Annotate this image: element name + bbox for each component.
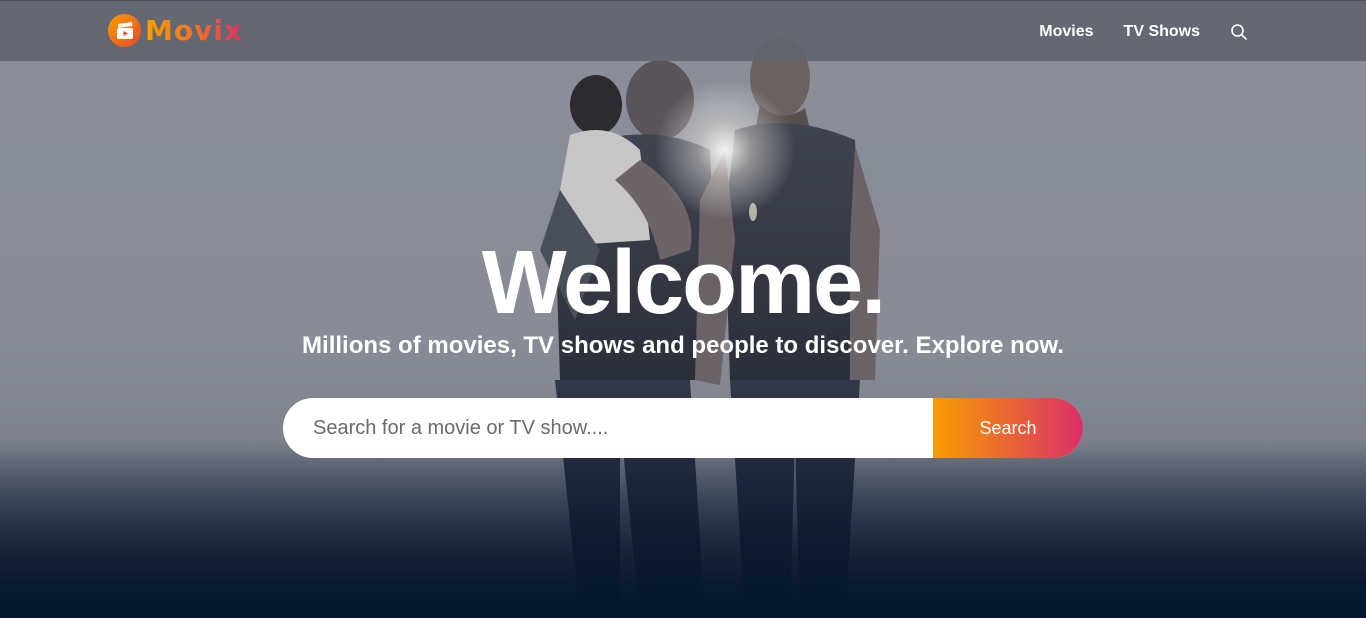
nav-item-tv-shows[interactable]: TV Shows bbox=[1124, 23, 1200, 41]
search-input[interactable] bbox=[283, 398, 933, 458]
search-button[interactable]: Search bbox=[933, 398, 1083, 458]
nav-item-movies[interactable]: Movies bbox=[1039, 23, 1093, 41]
hero-subtitle: Millions of movies, TV shows and people … bbox=[302, 332, 1064, 359]
hero-title: Welcome. bbox=[481, 233, 887, 333]
hero-content: Welcome. Millions of movies, TV shows an… bbox=[0, 0, 1366, 618]
hero-search-bar: Search bbox=[283, 398, 1083, 458]
search-icon[interactable] bbox=[1230, 23, 1248, 41]
logo-text: Movix bbox=[145, 14, 244, 47]
logo[interactable]: Movix bbox=[108, 14, 243, 47]
top-header: Movix Movies TV Shows bbox=[0, 0, 1366, 61]
clapperboard-icon bbox=[108, 14, 141, 47]
main-nav: Movies TV Shows bbox=[1039, 1, 1248, 62]
